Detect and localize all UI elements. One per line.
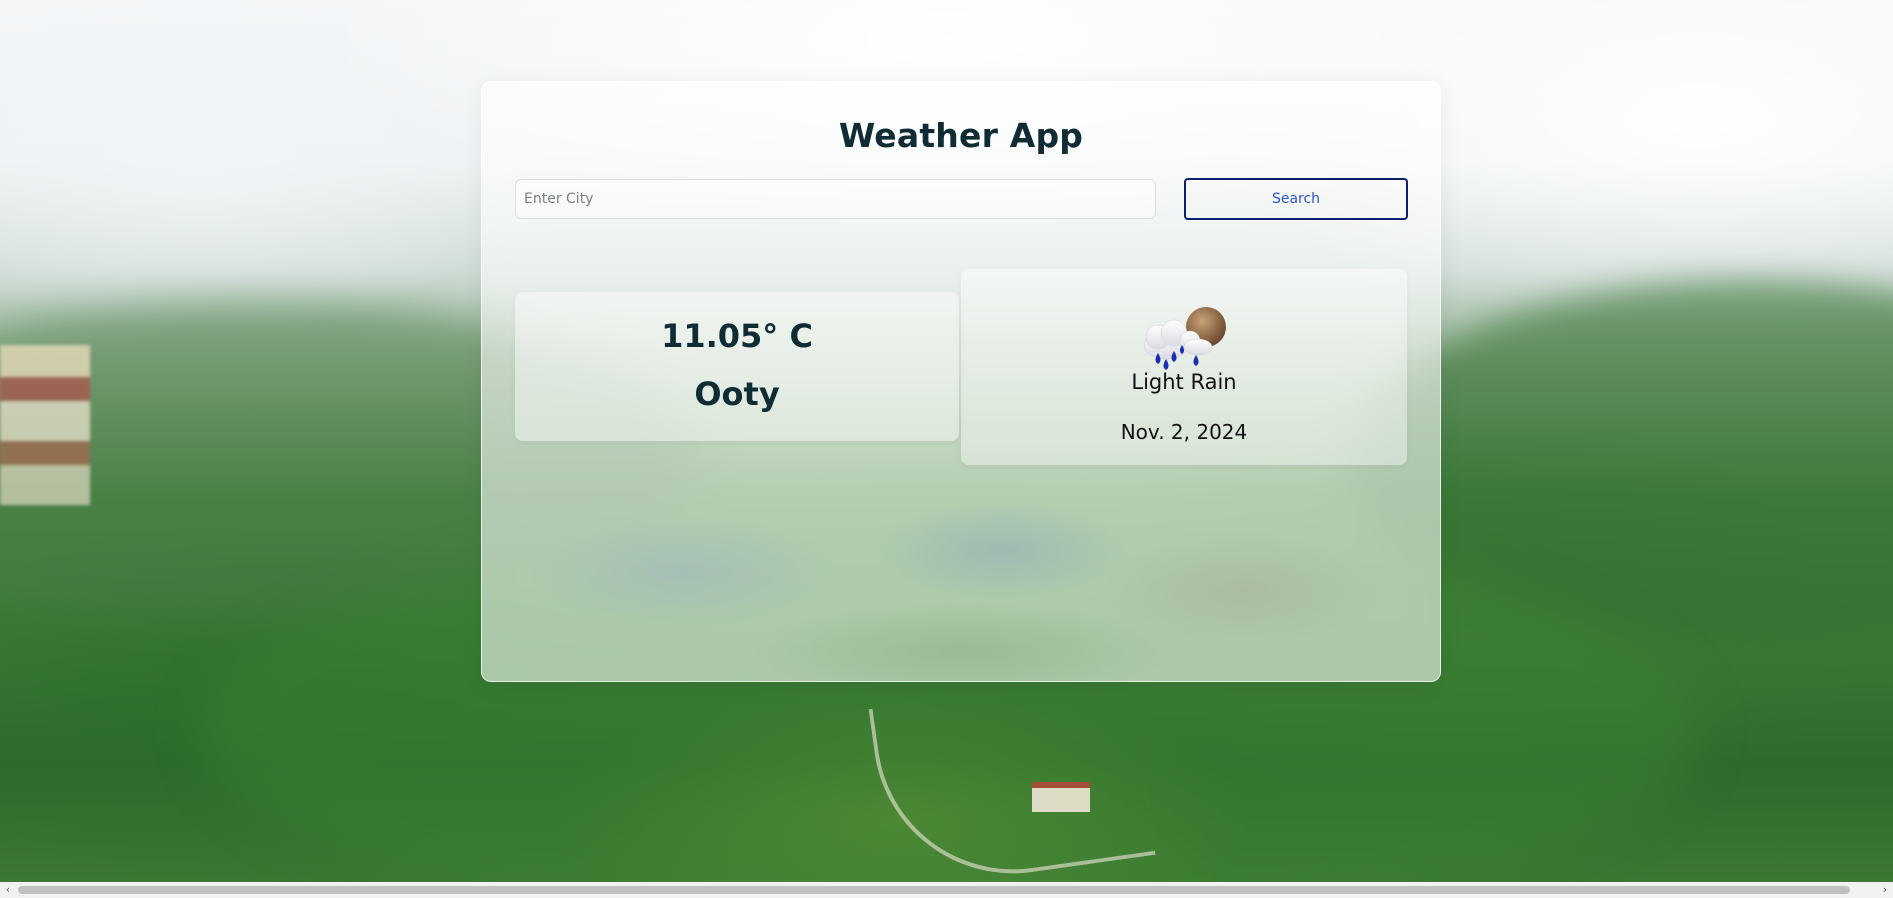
horizontal-scrollbar[interactable]: ‹ › [0, 882, 1893, 898]
card-backdrop-blur [482, 441, 1440, 681]
weather-description: Light Rain [1131, 370, 1237, 394]
scroll-left-arrow-icon[interactable]: ‹ [0, 882, 16, 898]
scroll-right-arrow-icon[interactable]: › [1877, 882, 1893, 898]
light-rain-icon [1143, 307, 1226, 370]
weather-card: Weather App Search 11.05° C Ooty [481, 81, 1441, 682]
temperature-value: 11.05° C [661, 317, 813, 355]
city-name: Ooty [694, 375, 780, 413]
page: Weather App Search 11.05° C Ooty [0, 0, 1893, 898]
house [1032, 782, 1090, 812]
city-search-input[interactable] [515, 179, 1156, 219]
temperature-panel: 11.05° C Ooty [515, 292, 959, 441]
condition-panel: Light Rain Nov. 2, 2024 [961, 269, 1407, 465]
page-title: Weather App [838, 116, 1084, 155]
search-button[interactable]: Search [1184, 178, 1408, 220]
town-buildings [0, 345, 90, 505]
weather-date: Nov. 2, 2024 [1120, 420, 1248, 444]
scrollbar-thumb[interactable] [18, 886, 1850, 894]
